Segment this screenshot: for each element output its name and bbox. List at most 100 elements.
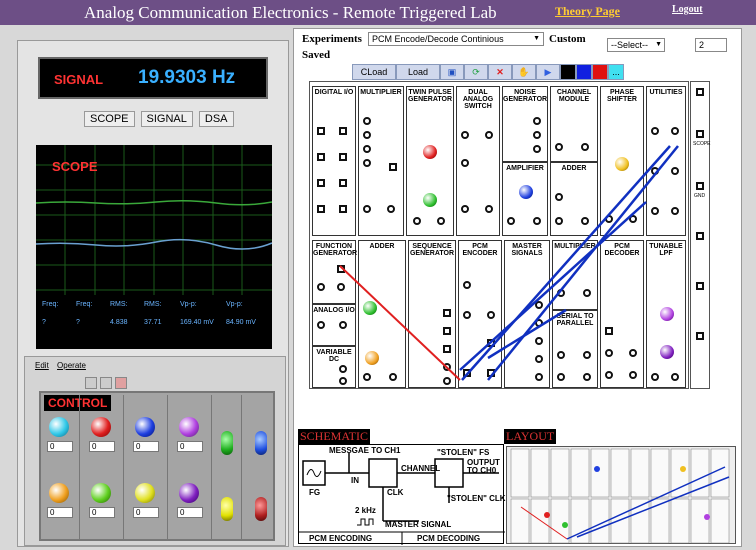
jack[interactable] [507, 217, 515, 225]
jack[interactable] [463, 281, 471, 289]
jack[interactable] [363, 145, 371, 153]
jack[interactable] [629, 215, 637, 223]
cload-button[interactable]: CLoad [352, 64, 396, 80]
jack[interactable] [696, 282, 704, 290]
play-icon[interactable]: ▶ [536, 64, 560, 80]
jack[interactable] [485, 205, 493, 213]
jack[interactable] [535, 301, 543, 309]
knob-value[interactable]: 0 [133, 507, 159, 518]
jack[interactable] [339, 321, 347, 329]
fc-knob[interactable] [660, 307, 674, 321]
jack[interactable] [443, 327, 451, 335]
jack[interactable] [461, 205, 469, 213]
jack[interactable] [535, 319, 543, 327]
hand-icon[interactable]: ✋ [512, 64, 536, 80]
jack[interactable] [557, 289, 565, 297]
jack[interactable] [605, 215, 613, 223]
jack[interactable] [443, 377, 451, 385]
jack[interactable] [317, 179, 325, 187]
jack[interactable] [605, 327, 613, 335]
stop-icon[interactable] [115, 377, 127, 389]
jack[interactable] [671, 207, 679, 215]
jack[interactable] [443, 345, 451, 353]
jack[interactable] [443, 363, 451, 371]
jack[interactable] [339, 377, 347, 385]
width-knob[interactable] [423, 145, 437, 159]
jack[interactable] [555, 217, 563, 225]
jack[interactable] [696, 232, 704, 240]
load-button[interactable]: Load [396, 64, 440, 80]
jack[interactable] [487, 311, 495, 319]
jack[interactable] [363, 205, 371, 213]
gain-knob[interactable] [519, 185, 533, 199]
logout-link[interactable]: Logout [672, 4, 703, 15]
jack[interactable] [671, 127, 679, 135]
knob-5[interactable] [49, 483, 69, 503]
color-black[interactable] [560, 64, 576, 80]
jack[interactable] [583, 289, 591, 297]
save-icon[interactable]: ▣ [440, 64, 464, 80]
jack[interactable] [389, 163, 397, 171]
jack[interactable] [555, 193, 563, 201]
jack[interactable] [463, 369, 471, 377]
knob-8[interactable] [179, 483, 199, 503]
jack[interactable] [317, 321, 325, 329]
jack[interactable] [605, 371, 613, 379]
lpf-gain-knob[interactable] [660, 345, 674, 359]
jack[interactable] [363, 117, 371, 125]
knob-3[interactable] [135, 417, 155, 437]
knob-value[interactable]: 0 [133, 441, 159, 452]
jack[interactable] [533, 217, 541, 225]
jack[interactable] [339, 179, 347, 187]
jack[interactable] [533, 117, 541, 125]
led-blue[interactable] [255, 431, 267, 455]
jack[interactable] [413, 217, 421, 225]
jack[interactable] [535, 373, 543, 381]
jack[interactable] [696, 130, 704, 138]
jack[interactable] [535, 355, 543, 363]
g-knob[interactable] [363, 301, 377, 315]
menu-operate[interactable]: Operate [57, 361, 86, 370]
layout-thumbnail[interactable] [506, 446, 736, 544]
jack[interactable] [581, 143, 589, 151]
knob-7[interactable] [135, 483, 155, 503]
color-red[interactable] [592, 64, 608, 80]
jack[interactable] [651, 373, 659, 381]
refresh-icon[interactable]: ⟳ [464, 64, 488, 80]
delay-knob[interactable] [423, 193, 437, 207]
jack[interactable] [363, 159, 371, 167]
jack[interactable] [629, 349, 637, 357]
jack[interactable] [317, 283, 325, 291]
menu-edit[interactable]: Edit [35, 361, 49, 370]
jack[interactable] [363, 373, 371, 381]
jack[interactable] [533, 131, 541, 139]
color-cyan[interactable]: ... [608, 64, 624, 80]
run-continuous-icon[interactable] [100, 377, 112, 389]
jack[interactable] [696, 88, 704, 96]
jack[interactable] [339, 127, 347, 135]
jack[interactable] [629, 371, 637, 379]
knob-value[interactable]: 0 [89, 507, 115, 518]
jack[interactable] [557, 351, 565, 359]
jack[interactable] [437, 217, 445, 225]
jack[interactable] [317, 127, 325, 135]
jack[interactable] [671, 373, 679, 381]
run-arrow-icon[interactable] [85, 377, 97, 389]
jack[interactable] [557, 373, 565, 381]
tab-scope[interactable]: SCOPE [84, 111, 135, 127]
jack[interactable] [339, 365, 347, 373]
jack[interactable] [487, 369, 495, 377]
led-yellow[interactable] [221, 497, 233, 521]
jack[interactable] [463, 311, 471, 319]
close-icon[interactable]: ✕ [488, 64, 512, 80]
tab-signal[interactable]: SIGNAL [140, 111, 193, 127]
jack[interactable] [651, 167, 659, 175]
jack[interactable] [461, 131, 469, 139]
jack[interactable] [581, 217, 589, 225]
knob-4[interactable] [179, 417, 199, 437]
jack[interactable] [696, 182, 704, 190]
jack[interactable] [651, 127, 659, 135]
knob-value[interactable]: 0 [89, 441, 115, 452]
experiment-select[interactable]: PCM Encode/Decode Continious [368, 32, 544, 46]
jack[interactable] [487, 339, 495, 347]
